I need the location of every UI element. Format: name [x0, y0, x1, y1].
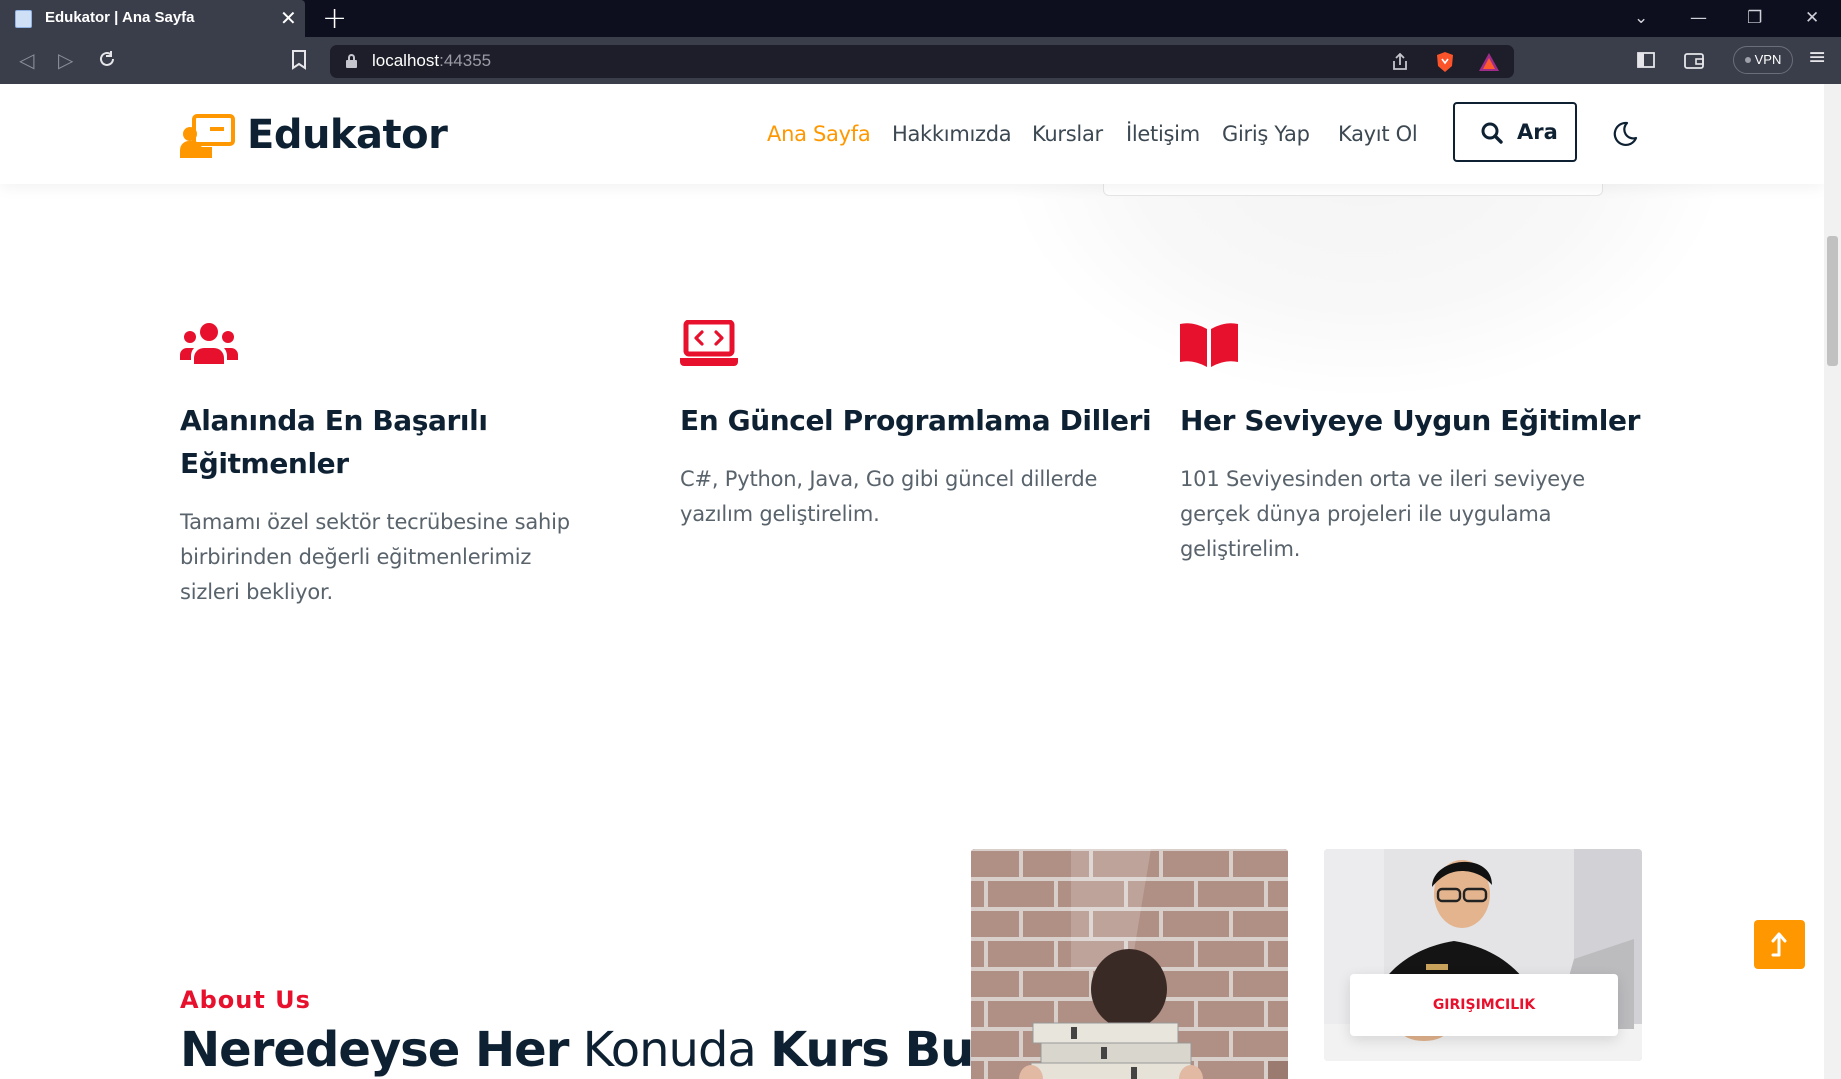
- lock-icon: [346, 54, 357, 68]
- nav-login[interactable]: Giriş Yap: [1222, 122, 1310, 146]
- category-badge[interactable]: GIRIŞIMCILIK: [1350, 974, 1618, 1036]
- site-header: Edukator Ana Sayfa Hakkımızda Kurslar İl…: [0, 84, 1824, 184]
- nav-courses[interactable]: Kurslar: [1032, 122, 1103, 146]
- about-title: Neredeyse Her Konuda Kurs Bul: [180, 1022, 990, 1078]
- brave-rewards-icon[interactable]: [1478, 52, 1500, 72]
- minimize-icon[interactable]: —: [1690, 7, 1707, 29]
- bookmark-icon[interactable]: [291, 50, 307, 70]
- tab-search-chevron-icon[interactable]: ⌄: [1634, 7, 1648, 29]
- feature-title: Her Seviyeye Uygun Eğitimler: [1180, 404, 1640, 437]
- browser-tab-strip: Edukator | Ana Sayfa ✕ + ⌄ — ❐ ✕: [0, 0, 1841, 37]
- address-bar[interactable]: localhost:44355: [330, 45, 1514, 78]
- tab-title: Edukator | Ana Sayfa: [45, 9, 195, 26]
- users-icon: [180, 323, 238, 364]
- reload-icon[interactable]: [97, 49, 117, 69]
- nav-home[interactable]: Ana Sayfa: [767, 122, 871, 146]
- book-open-icon: [1180, 323, 1238, 367]
- search-label: Ara: [1517, 120, 1558, 144]
- favicon-icon: [15, 10, 32, 28]
- url-text: localhost:44355: [372, 51, 492, 70]
- vpn-button[interactable]: VPN: [1733, 46, 1793, 74]
- nav-about[interactable]: Hakkımızda: [892, 122, 1012, 146]
- search-icon: [1481, 122, 1503, 144]
- close-tab-icon[interactable]: ✕: [280, 5, 297, 31]
- dark-mode-moon-icon[interactable]: [1610, 120, 1638, 148]
- laptop-code-icon: [680, 320, 738, 366]
- feature-text: Tamamı özel sektör tecrübesine sahip bir…: [180, 510, 570, 604]
- nav-contact[interactable]: İletişim: [1126, 122, 1200, 146]
- logo-text[interactable]: Edukator: [247, 112, 448, 158]
- feature-title: En Güncel Programlama Dilleri: [680, 404, 1152, 437]
- search-button[interactable]: Ara: [1453, 102, 1577, 162]
- about-tag: About Us: [180, 986, 311, 1014]
- page-viewport: Edukator Ana Sayfa Hakkımızda Kurslar İl…: [0, 84, 1824, 1079]
- scroll-to-top-button[interactable]: [1754, 920, 1805, 969]
- back-icon[interactable]: ◁: [19, 47, 34, 73]
- restore-icon[interactable]: ❐: [1747, 7, 1762, 29]
- scrollbar-thumb[interactable]: [1827, 236, 1838, 366]
- page-scrollbar[interactable]: [1824, 84, 1841, 1079]
- sidebar-icon[interactable]: [1637, 52, 1655, 68]
- browser-toolbar: ◁ ▷ localhost:44355 VPN ≡: [0, 37, 1841, 84]
- nav-register[interactable]: Kayıt Ol: [1338, 122, 1418, 146]
- browser-tab[interactable]: Edukator | Ana Sayfa ✕: [0, 0, 305, 37]
- wallet-icon[interactable]: [1684, 52, 1704, 69]
- feature-text: C#, Python, Java, Go gibi güncel dillerd…: [680, 467, 1098, 526]
- forward-icon[interactable]: ▷: [58, 47, 73, 73]
- share-icon[interactable]: [1390, 53, 1410, 71]
- close-window-icon[interactable]: ✕: [1805, 7, 1819, 29]
- books-photo: [971, 849, 1288, 1079]
- brave-shields-icon[interactable]: [1435, 51, 1455, 73]
- new-tab-button[interactable]: +: [322, 2, 347, 36]
- menu-icon[interactable]: ≡: [1808, 45, 1826, 70]
- feature-text: 101 Seviyesinden orta ve ileri seviyeye …: [1180, 467, 1585, 561]
- feature-title: Alanında En Başarılı Eğitmenler: [180, 404, 488, 480]
- arrow-up-icon: [1771, 932, 1787, 957]
- logo-icon[interactable]: [180, 114, 235, 158]
